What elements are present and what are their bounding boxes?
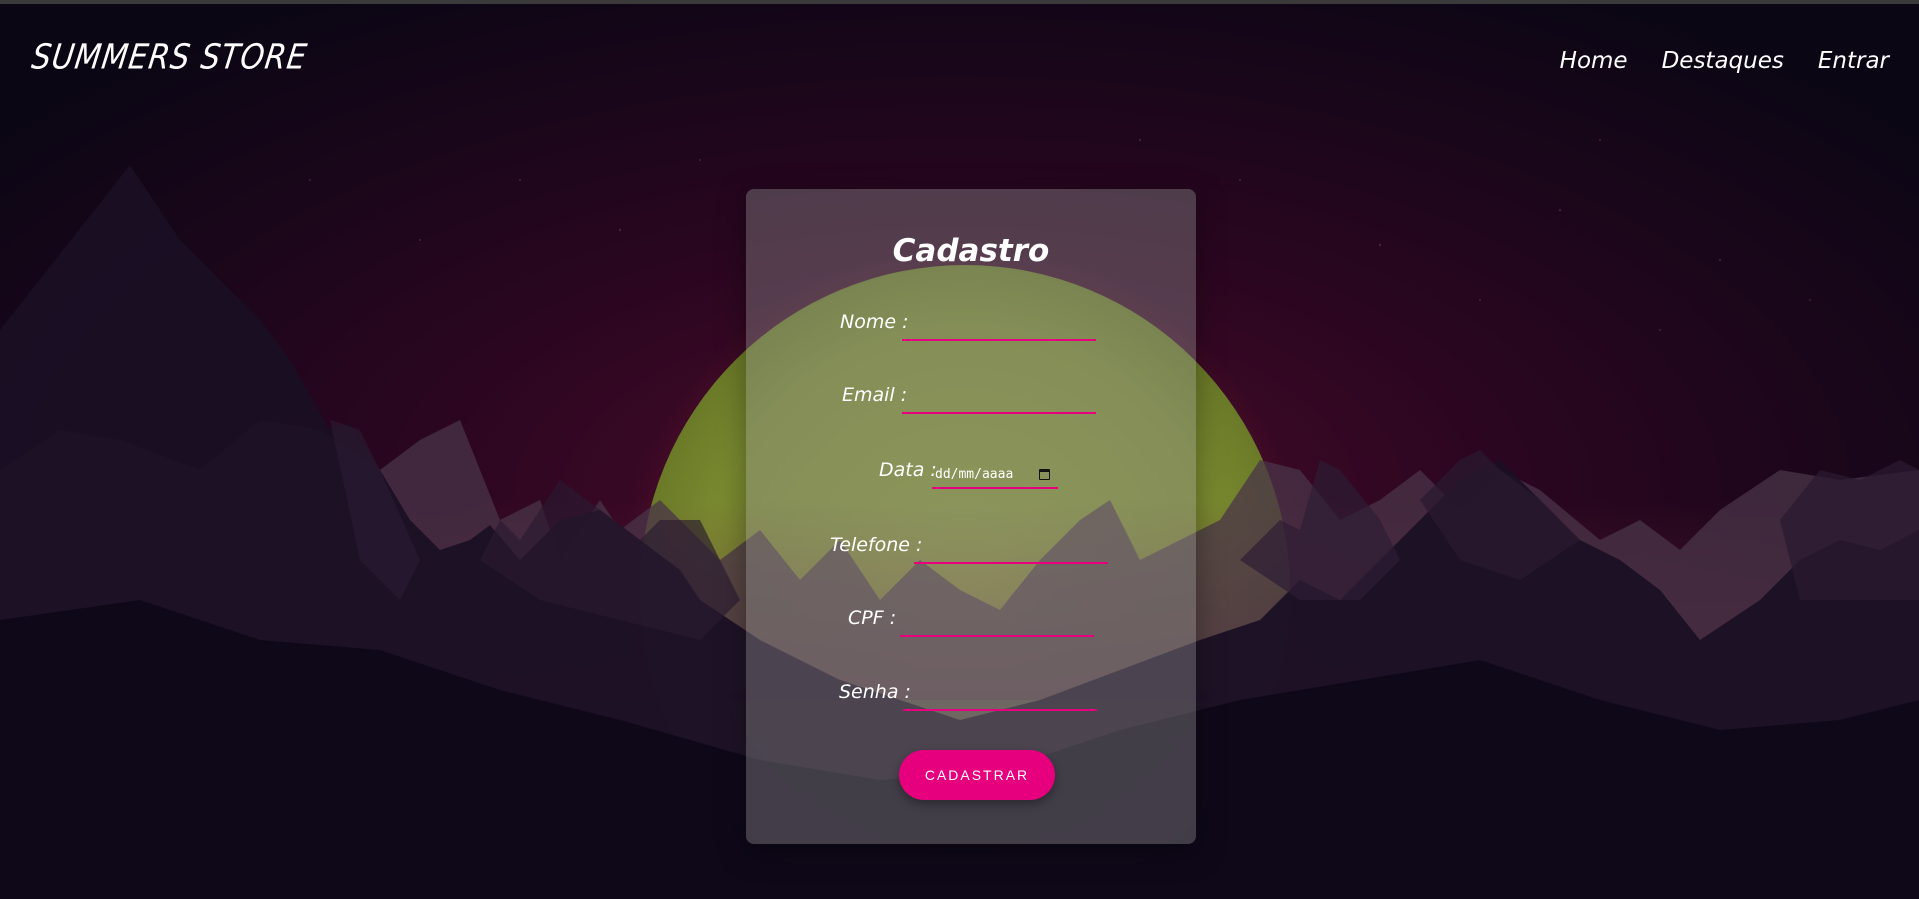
telefone-label: Telefone :: [830, 534, 923, 556]
data-label: Data :: [879, 459, 937, 481]
signup-card: Cadastro Nome : Email : Data : dd/mm/aaa…: [746, 189, 1196, 844]
email-label: Email :: [842, 384, 908, 406]
navbar: SUMMERS STORE Home Destaques Entrar: [0, 0, 1919, 120]
cpf-row: CPF :: [848, 607, 1108, 647]
telefone-input[interactable]: [914, 538, 1108, 564]
cpf-label: CPF :: [848, 607, 897, 629]
date-placeholder: dd/mm/aaaa: [935, 467, 1014, 482]
nome-label: Nome :: [840, 311, 909, 333]
nome-input[interactable]: [902, 315, 1096, 341]
telefone-row: Telefone :: [830, 534, 1120, 574]
calendar-icon[interactable]: [1039, 469, 1050, 480]
nav-link-home[interactable]: Home: [1560, 48, 1628, 74]
nav-link-entrar[interactable]: Entrar: [1818, 48, 1889, 74]
email-row: Email :: [842, 384, 1112, 424]
email-input[interactable]: [902, 388, 1096, 414]
senha-row: Senha :: [839, 681, 1109, 721]
nav-links: Home Destaques Entrar: [1560, 48, 1889, 74]
page: SUMMERS STORE Home Destaques Entrar Cada…: [0, 0, 1919, 899]
cadastrar-button[interactable]: CADASTRAR: [899, 750, 1055, 800]
nav-link-destaques[interactable]: Destaques: [1662, 48, 1784, 74]
senha-label: Senha :: [839, 681, 911, 703]
senha-input[interactable]: [903, 685, 1097, 711]
cpf-input[interactable]: [900, 611, 1094, 637]
data-row: Data : dd/mm/aaaa: [879, 459, 1119, 499]
nome-row: Nome :: [840, 311, 1110, 351]
window-top-border: [0, 0, 1919, 4]
brand-logo[interactable]: SUMMERS STORE: [29, 37, 310, 77]
form-title: Cadastro: [892, 233, 1050, 269]
